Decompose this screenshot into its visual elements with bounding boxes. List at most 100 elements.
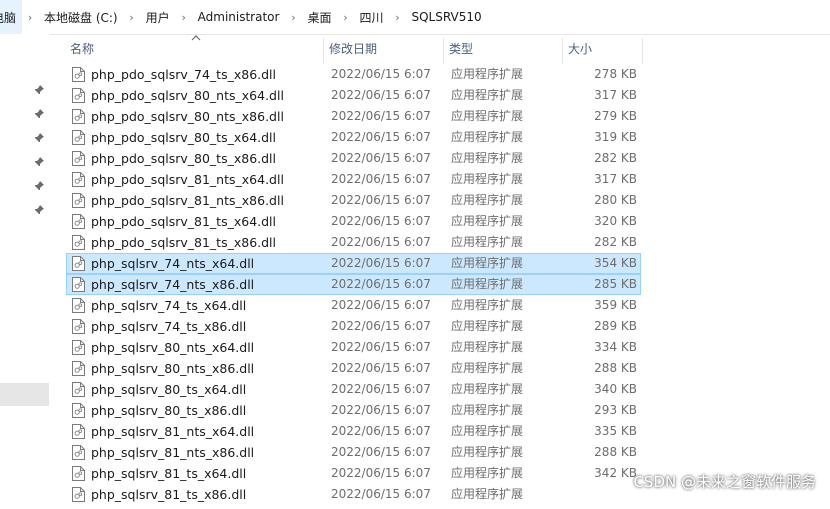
file-type: 应用程序扩展	[451, 88, 524, 102]
pin-icon[interactable]	[33, 156, 45, 168]
navigation-pane	[0, 34, 50, 500]
file-row[interactable]: php_pdo_sqlsrv_81_ts_x86.dll 2022/06/15 6…	[66, 232, 641, 253]
file-row[interactable]: php_pdo_sqlsrv_81_nts_x86.dll 2022/06/15 …	[66, 190, 641, 211]
pin-icon[interactable]	[33, 132, 45, 144]
chevron-right-icon[interactable]: ›	[285, 11, 301, 24]
breadcrumb-item-desktop[interactable]: 桌面	[301, 0, 337, 34]
file-row[interactable]: php_sqlsrv_81_nts_x64.dll 2022/06/15 6:07…	[66, 421, 641, 442]
dll-file-icon	[72, 403, 85, 418]
file-date: 2022/06/15 6:07	[331, 487, 431, 501]
column-header-name[interactable]: 名称	[66, 34, 325, 64]
file-name: php_pdo_sqlsrv_81_ts_x64.dll	[91, 214, 277, 229]
file-name: php_pdo_sqlsrv_81_nts_x86.dll	[91, 193, 284, 208]
file-row[interactable]: php_pdo_sqlsrv_80_ts_x86.dll 2022/06/15 6…	[66, 148, 641, 169]
file-type: 应用程序扩展	[451, 67, 524, 81]
file-date: 2022/06/15 6:07	[331, 298, 431, 312]
column-header-type[interactable]: 类型	[445, 34, 563, 64]
file-date: 2022/06/15 6:07	[331, 445, 431, 459]
file-date: 2022/06/15 6:07	[331, 403, 431, 417]
pin-icon[interactable]	[33, 84, 45, 96]
file-row[interactable]: php_pdo_sqlsrv_81_nts_x64.dll 2022/06/15 …	[66, 169, 641, 190]
file-size: 317 KB	[594, 172, 637, 186]
file-row[interactable]: php_sqlsrv_74_ts_x64.dll 2022/06/15 6:07 应…	[66, 295, 641, 316]
breadcrumb-item-computer[interactable]: 电脑	[0, 0, 23, 34]
chevron-right-icon[interactable]: ›	[22, 11, 38, 24]
column-divider[interactable]	[642, 38, 643, 64]
file-name: php_pdo_sqlsrv_74_ts_x86.dll	[91, 67, 277, 82]
column-header-size[interactable]: 大小	[564, 34, 643, 64]
file-date: 2022/06/15 6:07	[331, 109, 431, 123]
nav-selected-item[interactable]	[0, 383, 49, 406]
chevron-right-icon[interactable]: ›	[389, 11, 405, 24]
file-date: 2022/06/15 6:07	[331, 361, 431, 375]
file-row[interactable]: php_pdo_sqlsrv_80_nts_x86.dll 2022/06/15 …	[66, 106, 641, 127]
file-row[interactable]: php_pdo_sqlsrv_80_nts_x64.dll 2022/06/15 …	[66, 85, 641, 106]
file-name: php_pdo_sqlsrv_81_ts_x86.dll	[91, 235, 277, 250]
file-type: 应用程序扩展	[451, 424, 524, 438]
chevron-right-icon[interactable]: ›	[124, 11, 140, 24]
file-type: 应用程序扩展	[451, 256, 524, 270]
file-date: 2022/06/15 6:07	[331, 466, 431, 480]
pin-icon[interactable]	[33, 108, 45, 120]
file-row[interactable]: php_sqlsrv_80_ts_x64.dll 2022/06/15 6:07 应…	[66, 379, 641, 400]
file-row[interactable]: php_pdo_sqlsrv_80_ts_x64.dll 2022/06/15 6…	[66, 127, 641, 148]
dll-file-icon	[72, 340, 85, 355]
column-divider[interactable]	[443, 38, 444, 64]
file-type: 应用程序扩展	[451, 214, 524, 228]
file-row[interactable]: php_sqlsrv_74_ts_x86.dll 2022/06/15 6:07 应…	[66, 316, 641, 337]
file-size: 278 KB	[594, 67, 637, 81]
file-row[interactable]: php_pdo_sqlsrv_74_ts_x86.dll 2022/06/15 6…	[66, 64, 641, 85]
file-size: 293 KB	[594, 403, 637, 417]
file-row[interactable]: php_sqlsrv_80_ts_x86.dll 2022/06/15 6:07 应…	[66, 400, 641, 421]
file-type: 应用程序扩展	[451, 298, 524, 312]
file-name: php_pdo_sqlsrv_80_ts_x86.dll	[91, 151, 277, 166]
file-type: 应用程序扩展	[451, 235, 524, 249]
file-list: php_pdo_sqlsrv_74_ts_x86.dll 2022/06/15 6…	[66, 64, 830, 505]
file-row[interactable]: php_sqlsrv_80_nts_x64.dll 2022/06/15 6:07…	[66, 337, 641, 358]
file-row[interactable]: php_sqlsrv_80_nts_x86.dll 2022/06/15 6:07…	[66, 358, 641, 379]
pin-icon[interactable]	[33, 204, 45, 216]
dll-file-icon	[72, 382, 85, 397]
file-size: 335 KB	[594, 424, 637, 438]
breadcrumb-item-administrator[interactable]: Administrator	[192, 0, 286, 34]
file-type: 应用程序扩展	[451, 382, 524, 396]
dll-file-icon	[72, 67, 85, 82]
dll-file-icon	[72, 151, 85, 166]
dll-file-icon	[72, 235, 85, 250]
file-row[interactable]: php_sqlsrv_74_nts_x86.dll 2022/06/15 6:07…	[66, 274, 641, 295]
dll-file-icon	[72, 193, 85, 208]
breadcrumb-item-sichuan[interactable]: 四川	[353, 0, 389, 34]
column-divider[interactable]	[562, 38, 563, 64]
breadcrumb-item-users[interactable]: 用户	[140, 0, 176, 34]
file-row[interactable]: php_sqlsrv_74_nts_x64.dll 2022/06/15 6:07…	[66, 253, 641, 274]
column-divider[interactable]	[323, 38, 324, 64]
file-size: 334 KB	[594, 340, 637, 354]
dll-file-icon	[72, 172, 85, 187]
dll-file-icon	[72, 277, 85, 292]
file-type: 应用程序扩展	[451, 319, 524, 333]
breadcrumb-item-sqlsrv510[interactable]: SQLSRV510	[405, 0, 487, 34]
column-header-date[interactable]: 修改日期	[325, 34, 444, 64]
dll-file-icon	[72, 319, 85, 334]
file-row[interactable]: php_sqlsrv_81_ts_x86.dll 2022/06/15 6:07 应…	[66, 484, 641, 505]
dll-file-icon	[72, 88, 85, 103]
file-type: 应用程序扩展	[451, 277, 524, 291]
file-row[interactable]: php_pdo_sqlsrv_81_ts_x64.dll 2022/06/15 6…	[66, 211, 641, 232]
address-bar[interactable]: 电脑 › 本地磁盘 (C:) › 用户 › Administrator › 桌面…	[0, 0, 830, 35]
breadcrumb-item-local-disk[interactable]: 本地磁盘 (C:)	[38, 0, 124, 34]
file-date: 2022/06/15 6:07	[331, 88, 431, 102]
pin-icon[interactable]	[33, 180, 45, 192]
chevron-right-icon[interactable]: ›	[337, 11, 353, 24]
file-size	[570, 484, 637, 505]
file-size: 285 KB	[594, 277, 637, 291]
file-name: php_sqlsrv_80_ts_x64.dll	[91, 382, 247, 397]
chevron-right-icon[interactable]: ›	[176, 11, 192, 24]
file-row[interactable]: php_sqlsrv_81_ts_x64.dll 2022/06/15 6:07 应…	[66, 463, 641, 484]
file-type: 应用程序扩展	[451, 361, 524, 375]
file-type: 应用程序扩展	[451, 172, 524, 186]
dll-file-icon	[72, 361, 85, 376]
dll-file-icon	[72, 445, 85, 460]
file-type: 应用程序扩展	[451, 487, 524, 501]
file-name: php_sqlsrv_74_ts_x64.dll	[91, 298, 247, 313]
file-row[interactable]: php_sqlsrv_81_nts_x86.dll 2022/06/15 6:07…	[66, 442, 641, 463]
